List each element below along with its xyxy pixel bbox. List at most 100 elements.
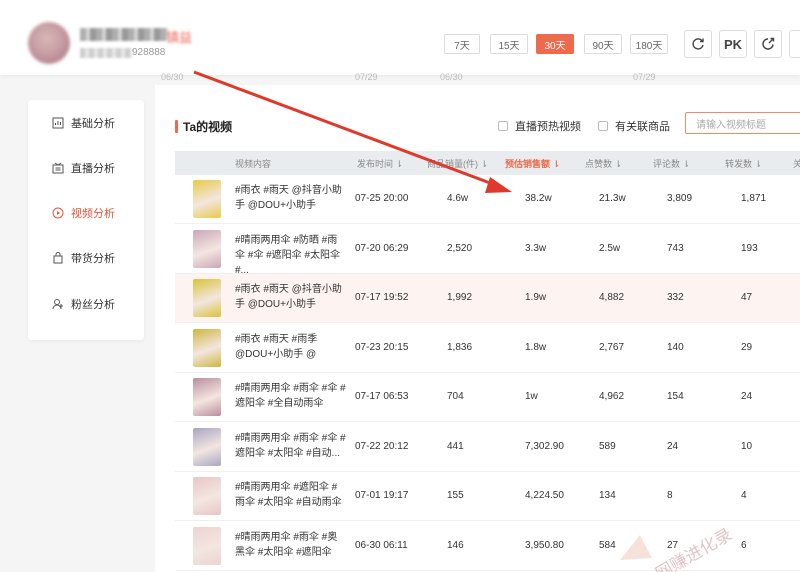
more-button[interactable] (789, 30, 800, 58)
axis-tick: 06/30 (161, 72, 184, 82)
range-180d-button[interactable]: 180天 (630, 34, 668, 54)
video-thumbnail[interactable] (193, 279, 221, 317)
column-header-sortable[interactable]: 发布时间 ⇂ (357, 157, 403, 170)
blurred-name (80, 28, 168, 41)
sidebar-item-label: 视频分析 (71, 208, 115, 220)
table-row[interactable]: #雨衣 #雨天 @抖音小助手 @DOU+小助手 07-25 20:00 4.6w 38… (175, 175, 800, 224)
sidebar-item-label: 带货分析 (71, 253, 115, 265)
video-description[interactable]: #晴雨两用伞 #防晒 #雨伞 #伞 #遮阳伞 #太阳伞 #... (235, 233, 347, 278)
video-thumbnail[interactable] (193, 427, 221, 466)
video-thumbnail[interactable] (193, 180, 221, 218)
video-thumbnail[interactable] (193, 526, 221, 565)
video-thumbnail[interactable] (193, 229, 221, 268)
filter-goods-checkbox[interactable]: 有关联商品 (598, 118, 670, 134)
sidebar-item-label: 基础分析 (71, 118, 115, 130)
range-30d-button[interactable]: 30天 (536, 34, 574, 54)
cell-likes: 4,962 (599, 391, 625, 402)
checkbox-box[interactable] (498, 121, 508, 131)
video-description[interactable]: #晴雨两用伞 #雨伞 #伞 #遮阳伞 #全自动雨伞 (235, 381, 347, 411)
table-row[interactable]: #晴雨两用伞 #雨伞 #伞 #遮阳伞 #太阳伞 #自动... 07-22 20:1… (175, 423, 800, 472)
avatar[interactable] (28, 22, 70, 64)
pk-button[interactable]: PK (719, 30, 747, 58)
cell-comments: 3,809 (667, 193, 693, 204)
table-row[interactable]: #晴雨两用伞 #雨伞 #伞 #遮阳伞 #全自动雨伞 07-17 06:53 704 1… (175, 373, 800, 422)
cell-sales: 2,520 (447, 242, 473, 254)
sidebar-item-goods[interactable]: 带货分析 (52, 249, 115, 267)
video-description[interactable]: #雨衣 #雨天 @抖音小助手 @DOU+小助手 (235, 183, 347, 213)
column-header-sortable[interactable]: 预估销售额 ⇂ (505, 157, 560, 170)
video-thumbnail[interactable] (193, 328, 221, 367)
cell-comments: 154 (667, 391, 684, 402)
column-header-sortable[interactable]: 转发数 ⇂ (725, 157, 762, 170)
video-thumbnail[interactable] (193, 477, 221, 515)
cell-revenue: 3.3w (525, 242, 547, 254)
video-description[interactable]: #雨衣 #雨天 #雨季 @DOU+小助手 @ (235, 332, 347, 362)
video-description[interactable]: #晴雨两用伞 #遮阳伞 #雨伞 #太阳伞 #自动雨伞 (235, 480, 347, 510)
column-header-sortable[interactable]: 商品销量(件) ⇂ (427, 157, 488, 170)
cell-revenue: 7,302.90 (525, 440, 564, 452)
cell-sales: 1,836 (447, 341, 473, 353)
fans-icon (52, 298, 64, 310)
video-description[interactable]: #晴雨两用伞 #雨伞 #伞 #遮阳伞 #太阳伞 #自动... (235, 431, 347, 461)
account-id-suffix: 928888 (132, 47, 166, 58)
export-button[interactable] (754, 30, 782, 58)
axis-tick: 07/29 (355, 72, 378, 82)
table-row[interactable]: #晴雨两用伞 #防晒 #雨伞 #伞 #遮阳伞 #太阳伞 #... 07-20 06… (175, 225, 800, 276)
blurred-id (80, 48, 132, 58)
sidebar-item-video[interactable]: 视频分析 (52, 204, 115, 222)
cell-likes: 2,767 (599, 341, 625, 353)
column-header-sortable[interactable]: 点赞数 ⇂ (585, 157, 622, 170)
live-icon (52, 162, 64, 174)
cell-sales: 441 (447, 440, 464, 452)
chart-icon (52, 117, 64, 129)
filter-live-checkbox[interactable]: 直播预热视频 (498, 118, 581, 134)
range-90d-button[interactable]: 90天 (584, 34, 622, 54)
cell-shares: 29 (741, 341, 753, 353)
table-row[interactable]: #晴雨两用伞 #雨伞 #奥黑伞 #太阳伞 #遮阳伞 06-30 06:11 146 3… (175, 522, 800, 571)
sidebar-item-fans[interactable]: 粉丝分析 (52, 295, 115, 313)
table-row[interactable]: #雨衣 #雨天 @抖音小助手 @DOU+小助手 07-17 19:52 1,992 1… (175, 274, 800, 323)
cell-shares: 4 (741, 490, 747, 501)
sidebar-item-label: 直播分析 (71, 163, 115, 175)
cell-revenue: 1w (525, 391, 538, 402)
video-thumbnail[interactable] (193, 378, 221, 416)
column-header-sortable[interactable]: 评论数 ⇂ (653, 157, 690, 170)
cell-comments: 743 (667, 242, 684, 254)
cell-time: 07-23 20:15 (355, 341, 409, 353)
cell-time: 07-17 19:52 (355, 292, 409, 303)
cell-sales: 704 (447, 391, 464, 402)
cell-time: 07-01 19:17 (355, 490, 409, 501)
table-row[interactable]: #雨衣 #雨天 #雨季 @DOU+小助手 @ 07-23 20:15 1,836 1.… (175, 324, 800, 373)
cell-likes: 21.3w (599, 193, 626, 204)
table-row[interactable]: #晴雨两用伞 #遮阳伞 #雨伞 #太阳伞 #自动雨伞 07-01 19:17 155… (175, 472, 800, 521)
refresh-icon (692, 38, 704, 50)
bag-icon (52, 252, 64, 264)
cell-sales: 146 (447, 539, 464, 551)
cell-shares: 6 (741, 539, 747, 551)
sidebar-item-basic[interactable]: 基础分析 (52, 114, 115, 132)
cell-sales: 1,992 (447, 292, 473, 303)
refresh-button[interactable] (684, 30, 712, 58)
export-icon (762, 37, 775, 50)
cell-shares: 193 (741, 242, 758, 254)
cell-comments: 140 (667, 341, 684, 353)
video-panel: Ta的视频 直播预热视频 有关联商品 请输入视频标题 视频内容 发布时间 ⇂ 商… (155, 85, 800, 572)
sidebar-item-live[interactable]: 直播分析 (52, 159, 115, 177)
cell-time: 07-20 06:29 (355, 242, 409, 254)
cell-shares: 10 (741, 440, 753, 452)
range-7d-button[interactable]: 7天 (444, 34, 480, 54)
cell-time: 07-22 20:12 (355, 440, 409, 452)
video-title-search-input[interactable]: 请输入视频标题 (685, 112, 800, 134)
cell-likes: 584 (599, 539, 616, 551)
cell-time: 07-17 06:53 (355, 391, 409, 402)
top-bar: 镇益 928888 7天 15天 30天 90天 180天 PK (0, 0, 800, 75)
checkbox-label: 有关联商品 (615, 121, 670, 133)
checkbox-box[interactable] (598, 121, 608, 131)
cell-sales: 155 (447, 490, 464, 501)
range-15d-button[interactable]: 15天 (490, 34, 528, 54)
axis-tick: 07/29 (633, 72, 656, 82)
video-description[interactable]: #雨衣 #雨天 @抖音小助手 @DOU+小助手 (235, 282, 347, 312)
cell-revenue: 1.9w (525, 292, 547, 303)
video-description[interactable]: #晴雨两用伞 #雨伞 #奥黑伞 #太阳伞 #遮阳伞 (235, 530, 347, 560)
account-name-suffix: 镇益 (166, 30, 193, 45)
